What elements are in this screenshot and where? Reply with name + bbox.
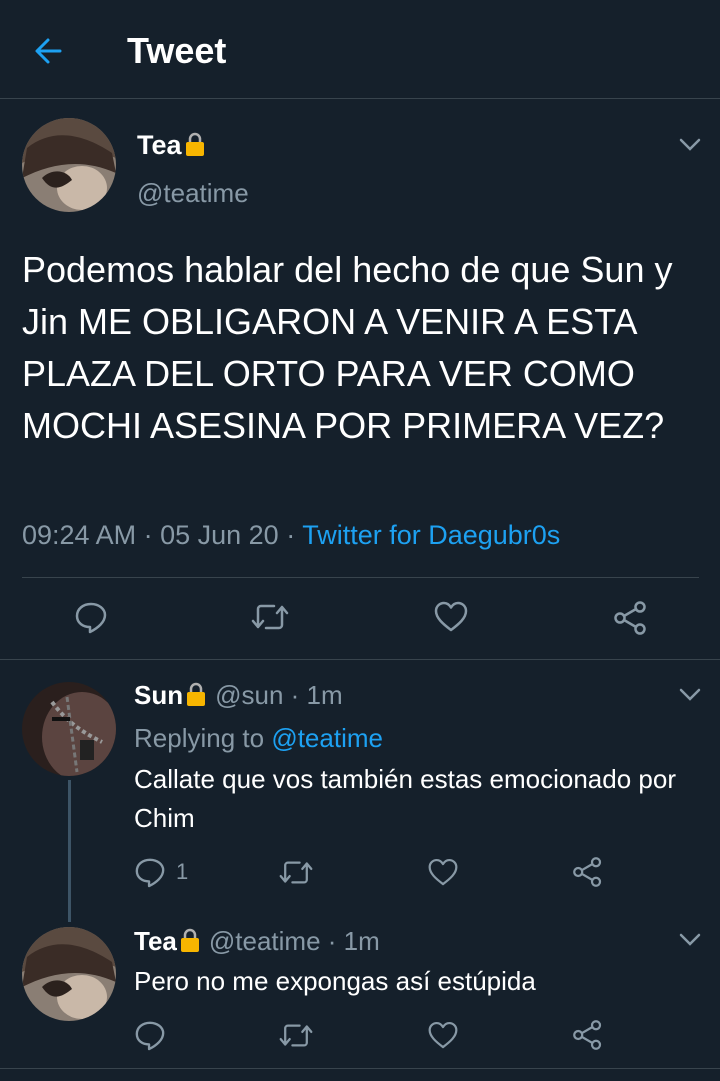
author-handle[interactable]: @teatime bbox=[137, 178, 249, 209]
avatar[interactable] bbox=[22, 682, 116, 776]
lock-icon bbox=[184, 131, 206, 164]
reply-count: 1 bbox=[176, 859, 189, 884]
avatar[interactable] bbox=[22, 927, 116, 1021]
reply-header: Sun @sun · 1m bbox=[134, 680, 343, 714]
reply-text: Callate que vos también estas emocionado… bbox=[134, 764, 676, 833]
share-icon bbox=[573, 1020, 602, 1050]
top-app-bar: Tweet bbox=[0, 0, 720, 99]
reply-text: Pero no me expongas así estúpida bbox=[134, 966, 536, 996]
reply-header: Tea @teatime · 1m bbox=[134, 926, 380, 960]
like-button[interactable] bbox=[427, 1021, 459, 1050]
share-button[interactable] bbox=[572, 1019, 604, 1051]
arrow-left-icon[interactable] bbox=[30, 33, 66, 69]
divider bbox=[0, 659, 720, 660]
reply-button[interactable] bbox=[74, 600, 108, 634]
heart-icon bbox=[428, 1021, 458, 1049]
author-name[interactable]: Sun bbox=[134, 680, 183, 710]
heart-icon bbox=[428, 858, 458, 886]
tweet-date: 05 Jun 20 bbox=[160, 520, 279, 550]
share-button[interactable] bbox=[613, 600, 649, 636]
retweet-button[interactable] bbox=[278, 1021, 314, 1050]
avatar[interactable] bbox=[22, 118, 116, 212]
share-icon bbox=[614, 601, 646, 635]
author-name[interactable]: Tea bbox=[137, 130, 206, 164]
meta-separator: · bbox=[136, 520, 161, 550]
like-button[interactable] bbox=[433, 601, 469, 633]
comment-icon bbox=[135, 858, 165, 888]
divider bbox=[0, 1068, 720, 1069]
like-button[interactable] bbox=[427, 858, 459, 887]
share-button[interactable] bbox=[572, 856, 604, 888]
chevron-down-icon[interactable] bbox=[679, 688, 701, 702]
page-title: Tweet bbox=[127, 30, 227, 71]
retweet-icon bbox=[251, 604, 289, 630]
author-handle[interactable]: @teatime bbox=[209, 926, 321, 956]
tweet-age: · 1m bbox=[320, 926, 380, 956]
retweet-icon bbox=[279, 1024, 313, 1047]
divider bbox=[22, 577, 699, 578]
reply-button[interactable]: 1 bbox=[134, 856, 188, 888]
retweet-button[interactable] bbox=[250, 601, 290, 633]
thread-line bbox=[68, 780, 71, 922]
tweet-source-link[interactable]: Twitter for Daegubr0s bbox=[302, 520, 560, 550]
share-icon bbox=[573, 857, 602, 887]
chevron-down-icon[interactable] bbox=[679, 138, 701, 152]
comment-icon bbox=[135, 1021, 165, 1051]
chevron-down-icon[interactable] bbox=[679, 933, 701, 947]
replying-to: Replying to @teatime bbox=[134, 723, 383, 753]
lock-icon bbox=[179, 927, 201, 960]
tweet-time: 09:24 AM bbox=[22, 520, 137, 550]
reply-button[interactable] bbox=[134, 1019, 166, 1051]
meta-separator: · bbox=[278, 520, 303, 550]
mention-link[interactable]: @teatime bbox=[271, 723, 383, 753]
retweet-button[interactable] bbox=[278, 858, 314, 887]
heart-icon bbox=[434, 601, 468, 632]
author-name[interactable]: Tea bbox=[134, 926, 177, 956]
author-handle[interactable]: @sun bbox=[215, 680, 283, 710]
comment-icon bbox=[75, 602, 107, 634]
tweet-age: · 1m bbox=[283, 680, 343, 710]
tweet-text: Podemos hablar del hecho de que Sun y Ji… bbox=[22, 249, 673, 446]
tweet-meta: 09:24 AM · 05 Jun 20 · Twitter for Daegu… bbox=[22, 520, 560, 551]
retweet-icon bbox=[279, 861, 313, 884]
lock-icon bbox=[185, 681, 207, 714]
